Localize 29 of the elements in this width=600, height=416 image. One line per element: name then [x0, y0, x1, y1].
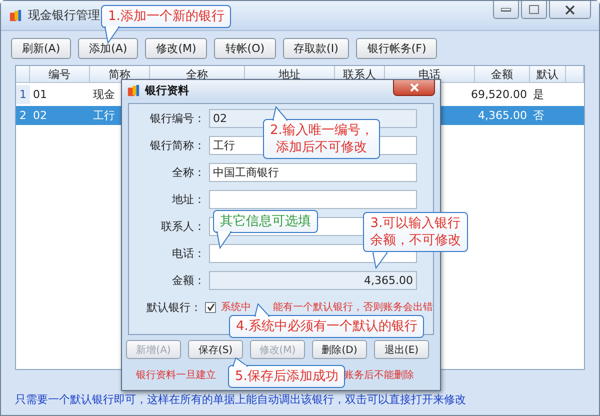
table-cell: 69,520.00: [471, 88, 527, 101]
callout-tooltip: 2.输入唯一编号， 添加后不可修改: [263, 119, 380, 159]
table-cell: 现金: [93, 87, 115, 102]
callout-tooltip: 5.保存后添加成功: [228, 365, 346, 388]
table-cell: 否: [533, 108, 544, 123]
field-label: 地址：: [171, 192, 205, 206]
warning-text: 能有一个默认银行，否则账务会出错: [273, 300, 433, 314]
dialog-title: 银行资料: [145, 82, 189, 98]
window-title: 现金银行管理: [28, 7, 100, 24]
table-cell: 工行: [93, 108, 115, 123]
table-cell: 是: [533, 87, 544, 102]
table-cell: 4,365.00: [478, 109, 527, 122]
field-label: 全称：: [171, 164, 205, 180]
callout-tooltip: 其它信息可选填: [213, 210, 318, 233]
field-label: 电话：: [171, 246, 205, 260]
field-label: 金额：: [171, 272, 205, 288]
table-cell: 01: [33, 88, 47, 101]
table-cell: 02: [33, 109, 47, 122]
callout-tooltip: 4.系统中必须有一个默认的银行: [229, 315, 424, 338]
hint-text: 只需要一个默认银行即可，这样在所有的单据上能自动调出该银行，双击可以直接打开来修改: [15, 392, 466, 407]
field-label: 联系人：: [160, 218, 205, 234]
field-label: 银行编号：: [149, 110, 205, 126]
field-label: 银行简称：: [149, 138, 205, 152]
callout-tooltip: 1.添加一个新的银行: [101, 5, 232, 28]
warning-text: 银行资料一旦建立: [136, 368, 216, 382]
row-number: 1: [16, 85, 30, 104]
warning-text: 系统中: [221, 300, 251, 314]
field-label: 默认银行：: [145, 300, 202, 314]
callout-tooltip: 3.可以输入银行 余额，不可修改: [363, 212, 468, 252]
